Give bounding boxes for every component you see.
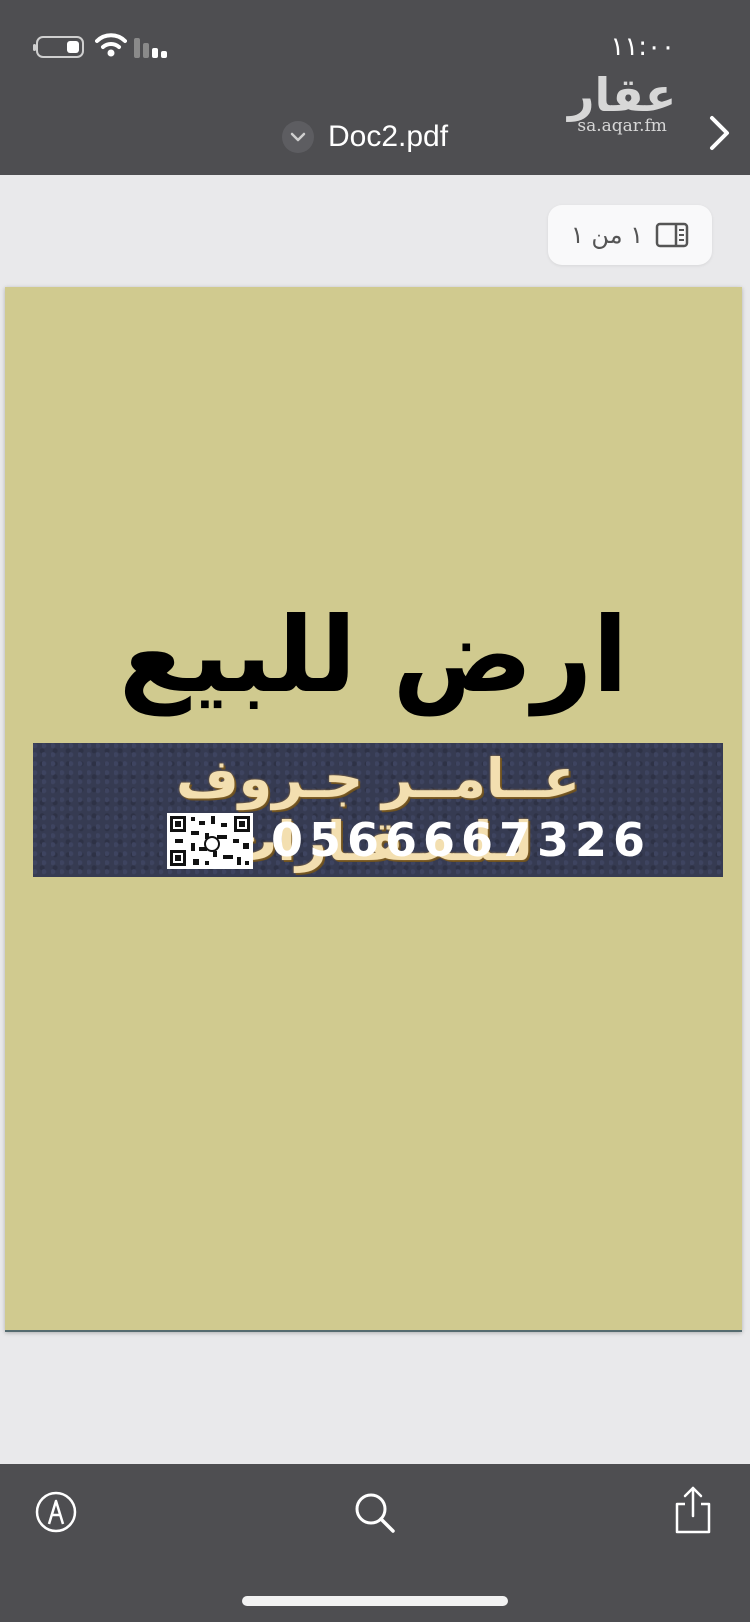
document-title-menu[interactable]: Doc2.pdf [282,115,448,159]
status-time: ١١:٠٠ [610,32,675,62]
chevron-down-icon[interactable] [282,121,314,153]
cellular-signal-icon [134,38,167,58]
company-banner: عــامــر جـروف لـلـعـقـارات 0566667326 [33,743,723,877]
document-heading: ارض للبيع [118,594,629,716]
page-indicator[interactable]: ١ من ١ [548,205,712,265]
watermark-domain: sa.aqar.fm [577,116,667,136]
home-indicator[interactable] [242,1596,508,1606]
phone-number: 0566667326 [271,813,652,867]
qr-code-icon [167,813,253,869]
watermark-arabic: عقار [568,68,677,122]
aqar-watermark: عقار sa.aqar.fm [568,72,676,136]
share-icon[interactable] [672,1484,714,1536]
markup-pen-icon[interactable] [34,1490,78,1534]
document-title[interactable]: Doc2.pdf [328,120,448,154]
page-count-label: ١ من ١ [570,221,644,249]
search-icon[interactable] [352,1490,398,1536]
chevron-right-icon[interactable] [708,114,732,152]
wifi-icon [95,33,127,57]
sidebar-icon [655,222,689,248]
pdf-page[interactable]: ارض للبيع عــامــر جـروف لـلـعـقـارات 05… [5,287,742,1332]
battery-icon [33,36,84,58]
